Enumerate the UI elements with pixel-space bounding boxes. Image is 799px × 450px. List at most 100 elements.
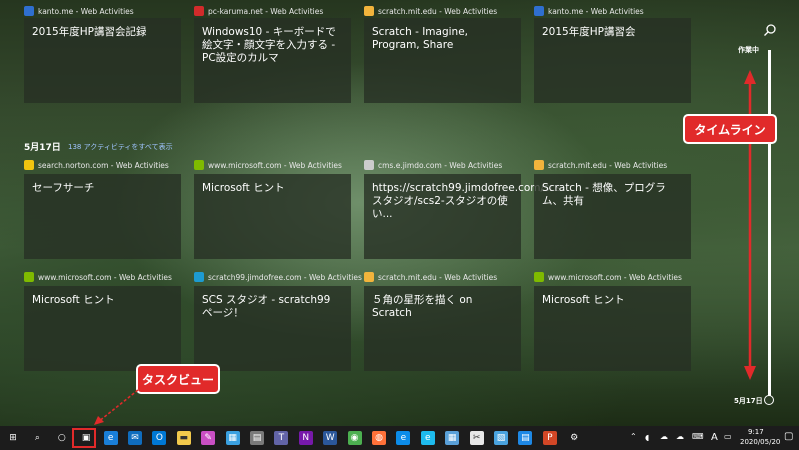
onedrive-icon[interactable]: ☁ [676,432,684,441]
notification-icon[interactable]: ▢ [784,431,793,442]
ime-indicator[interactable]: A [711,432,718,443]
timeline-callout: タイムライン [683,114,777,144]
activity-title: Microsoft ヒント [202,182,285,194]
activity-source-label: pc-karuma.net - Web Activities [208,6,324,16]
timeline-top-label: 作業中 [738,46,759,54]
task-view-highlight [72,428,96,448]
activity-source: cms.e.jimdo.com - Web Activities [364,158,502,172]
jimdo-site-icon [194,272,204,282]
activity-source-label: kanto.me - Web Activities [38,6,134,16]
powerpoint-icon[interactable]: P [542,431,557,445]
start-icon[interactable]: ⊞ [6,431,20,445]
activity-source: kanto.me - Web Activities [534,4,644,18]
activity-card[interactable]: 2015年度HP講習会記録 [24,18,181,103]
calculator-icon[interactable]: ▤ [250,431,264,445]
microsoft-site-icon [194,160,204,170]
activity-card[interactable]: Scratch - Imagine, Program, Share [364,18,521,103]
scratch-site-icon [534,160,544,170]
cortana-icon[interactable]: ○ [55,431,69,445]
scratch-site-icon [364,6,374,16]
activity-card[interactable]: https://scratch99.jimdofree.com/scs-スタジオ… [364,174,565,259]
word-icon[interactable]: W [323,431,338,445]
activity-source: scratch.mit.edu - Web Activities [364,4,497,18]
activity-title: 2015年度HP講習会記録 [32,26,147,38]
activity-card[interactable]: ５角の星形を描く on Scratch [364,286,521,371]
store-icon[interactable]: ▤ [518,431,533,445]
taskbar: ⊞ ⌕ ○ ▣ e ✉ O ▬ ✎ ▦ ▤ T N W ◉ ◍ e e ▦ ✂ ▧ ▤ P ⚙ ⌃ ◖ ☁ ☁ ⌨ A ▭ 9… [0,426,799,450]
activity-source-label: search.norton.com - Web Activities [38,160,169,170]
timeline-bottom-label: 5月17日 [734,397,763,405]
clock-time[interactable]: 9:17 [748,428,764,436]
network-icon[interactable]: ☁ [660,432,668,441]
activity-card[interactable]: Microsoft ヒント [24,286,181,371]
activity-source-label: kanto.me - Web Activities [548,6,644,16]
activity-source-label: www.microsoft.com - Web Activities [38,272,172,282]
ie-icon[interactable]: e [420,431,435,445]
kanto-site-icon [24,6,34,16]
volume-icon[interactable]: ◖ [645,433,649,442]
activity-card[interactable]: Microsoft ヒント [534,286,691,371]
activity-title: Microsoft ヒント [542,294,625,306]
activity-card[interactable]: セーフサーチ [24,174,181,259]
image-icon[interactable]: ▧ [494,431,508,445]
norton-site-icon [24,160,34,170]
activity-title: Scratch - Imagine, Program, Share [372,26,468,51]
activity-source: www.microsoft.com - Web Activities [194,158,342,172]
karuma-site-icon [194,6,204,16]
microsoft-site-icon [24,272,34,282]
scratch-site-icon [364,272,374,282]
activity-title: Windows10 - キーボードで絵文字・顔文字を入力する - PC設定のカル… [202,26,336,64]
activity-source: scratch.mit.edu - Web Activities [534,158,667,172]
paint-icon[interactable]: ✎ [201,431,216,445]
activity-card[interactable]: Windows10 - キーボードで絵文字・顔文字を入力する - PC設定のカル… [194,18,351,103]
activity-source-label: www.microsoft.com - Web Activities [548,272,682,282]
activity-source: kanto.me - Web Activities [24,4,134,18]
timeline-view: kanto.me - Web Activities 2015年度HP講習会記録 pc… [0,0,799,426]
activity-card[interactable]: Scratch - 想像、プログラム、共有 [534,174,691,259]
microsoft-site-icon [534,272,544,282]
activity-source-label: scratch.mit.edu - Web Activities [378,6,498,16]
activity-source: search.norton.com - Web Activities [24,158,169,172]
jimdo-site-icon [364,160,374,170]
activity-card[interactable]: Microsoft ヒント [194,174,351,259]
photo-viewer-icon[interactable]: ▦ [445,431,460,445]
activity-title: Scratch - 想像、プログラム、共有 [542,182,666,207]
search-icon[interactable] [763,22,777,36]
date-header: 5月17日 [24,143,61,153]
edge-legacy-icon[interactable]: e [103,431,118,445]
activity-card[interactable]: 2015年度HP講習会 [534,18,691,103]
chevron-up-icon[interactable]: ⌃ [630,432,637,441]
activity-source: www.microsoft.com - Web Activities [24,270,172,284]
ime-mode-icon[interactable]: ▭ [724,432,732,441]
activity-title: 2015年度HP講習会 [542,26,636,38]
teams-icon[interactable]: T [274,431,289,445]
mail-icon[interactable]: ✉ [128,431,142,445]
onenote-icon[interactable]: N [298,431,313,445]
taskview-callout: タスクビュー [136,364,220,394]
clock-date[interactable]: 2020/05/20 [740,438,780,446]
activity-source-label: cms.e.jimdo.com - Web Activities [378,160,503,170]
activity-source-label: www.microsoft.com - Web Activities [208,160,342,170]
activity-title: ５角の星形を描く on Scratch [372,294,473,319]
settings-icon[interactable]: ⚙ [567,431,581,445]
activity-title: セーフサーチ [32,182,95,194]
timeline-handle[interactable] [764,395,774,405]
activity-source: pc-karuma.net - Web Activities [194,4,323,18]
search-icon[interactable]: ⌕ [30,431,44,445]
activity-source: www.microsoft.com - Web Activities [534,270,682,284]
explorer-icon[interactable]: ▬ [176,431,191,445]
activity-card[interactable]: SCS スタジオ - scratch99 ページ！ [194,286,351,371]
outlook-icon[interactable]: O [152,431,167,445]
chrome-icon[interactable]: ◉ [347,431,362,445]
edge-icon[interactable]: e [396,431,411,445]
firefox-icon[interactable]: ◍ [372,431,386,445]
show-all-activities-link[interactable]: 138 アクティビティをすべて表示 [68,142,173,152]
photos-icon[interactable]: ▦ [225,431,240,445]
activity-source-label: scratch.mit.edu - Web Activities [378,272,498,282]
snip-icon[interactable]: ✂ [469,431,484,445]
activity-source: scratch99.jimdofree.com - Web Activities [194,270,362,284]
keyboard-icon[interactable]: ⌨ [692,432,704,441]
kanto-site-icon [534,6,544,16]
timeline-track[interactable] [768,50,771,396]
activity-source-label: scratch99.jimdofree.com - Web Activities [208,272,362,282]
